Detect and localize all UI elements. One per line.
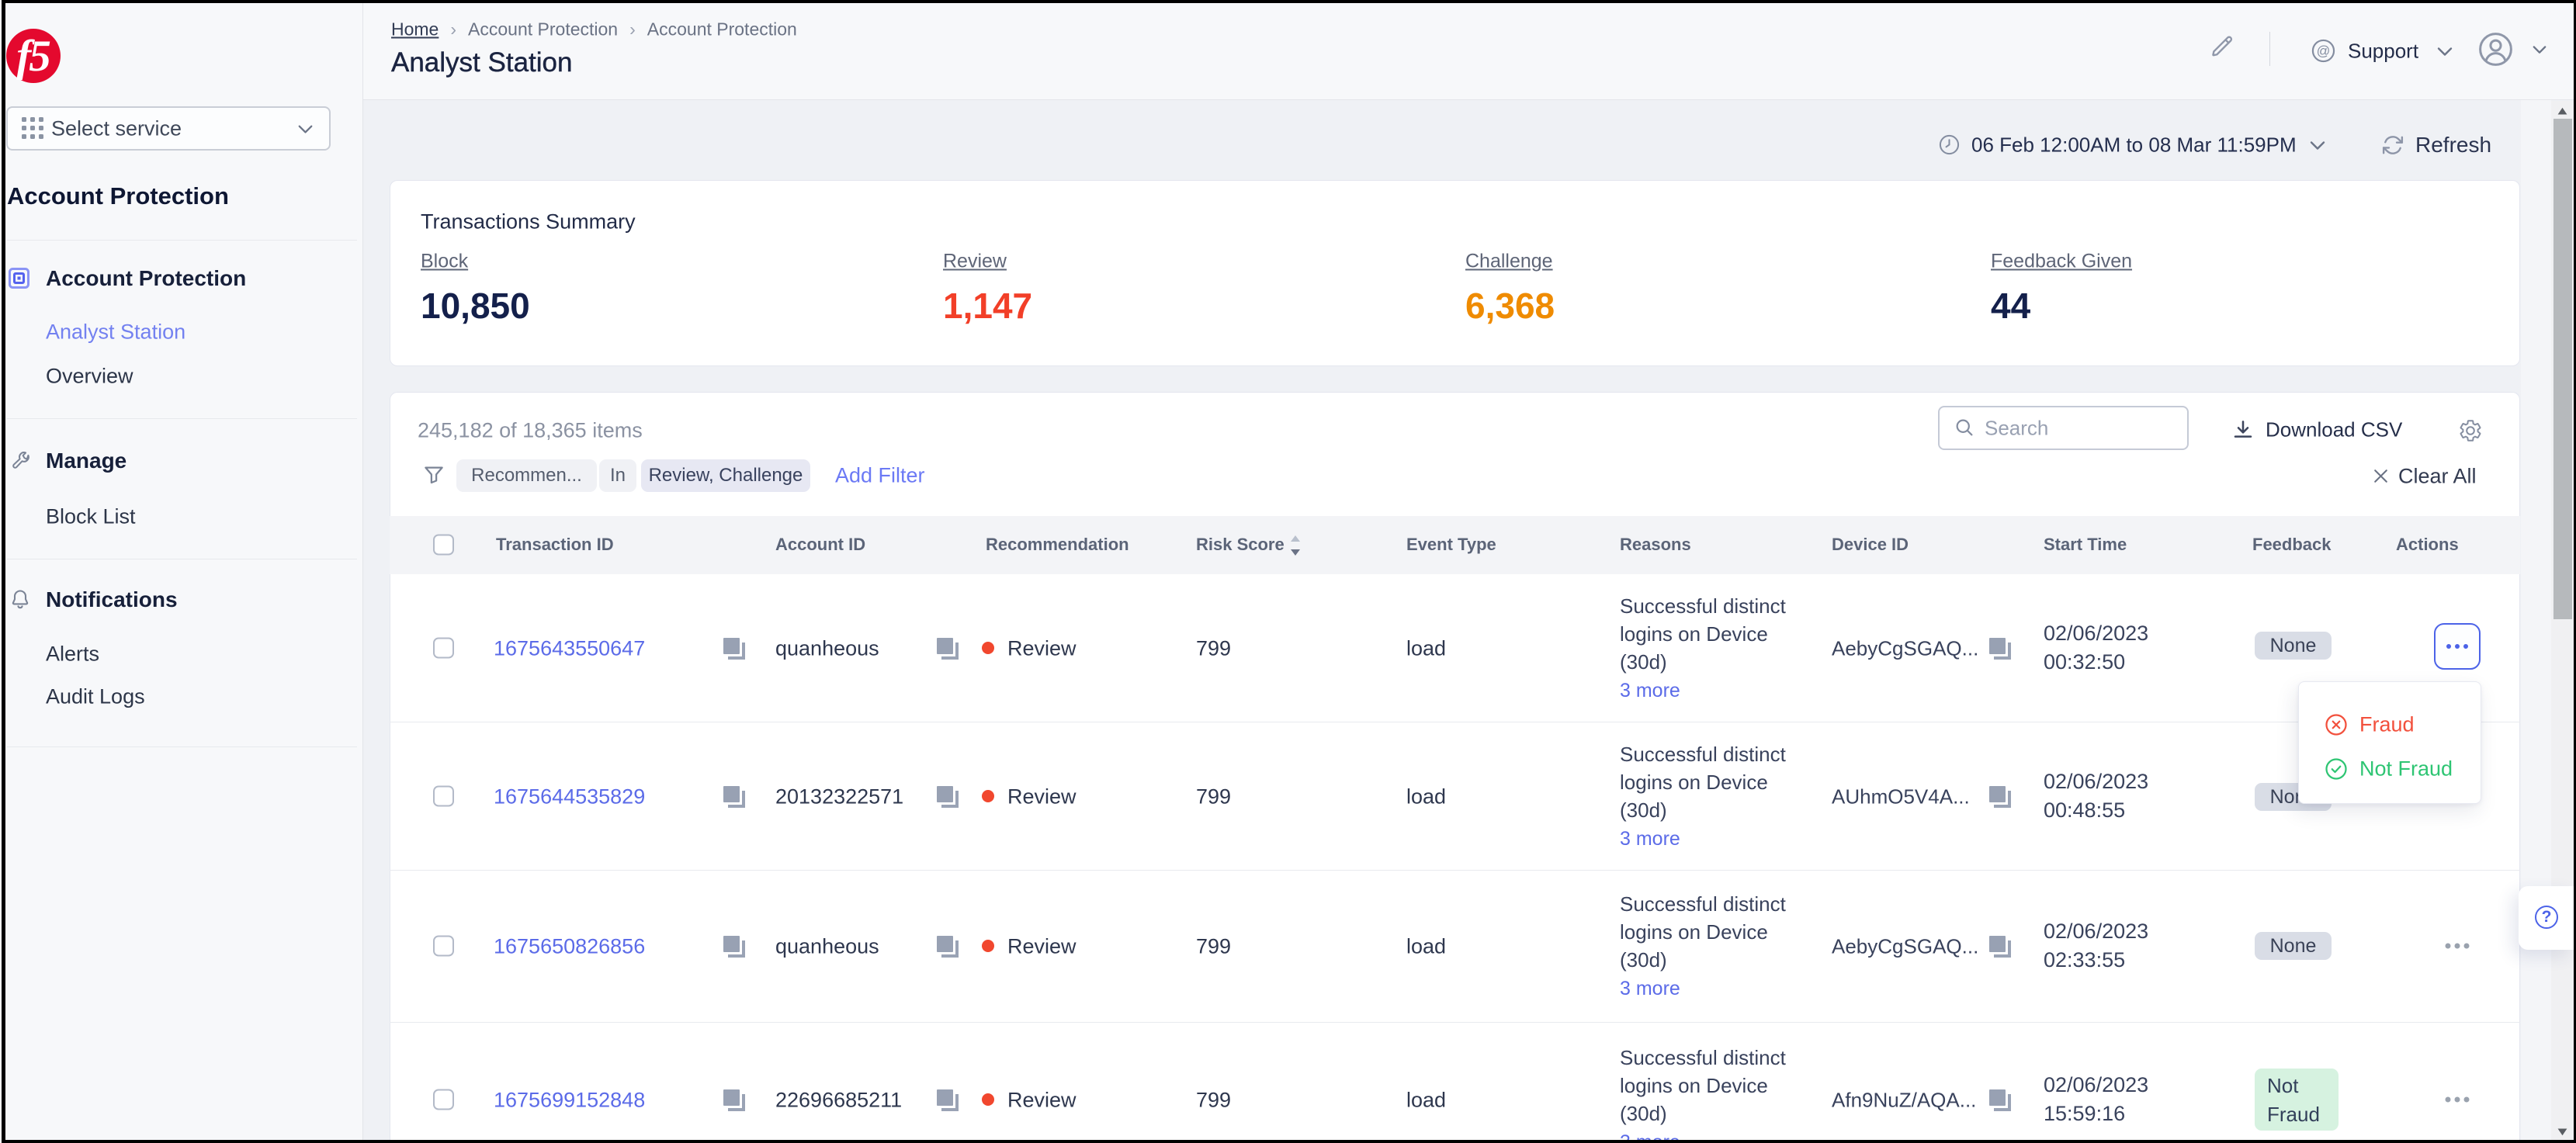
svg-text:@: @: [2317, 43, 2331, 58]
svg-text:f5: f5: [16, 32, 50, 81]
